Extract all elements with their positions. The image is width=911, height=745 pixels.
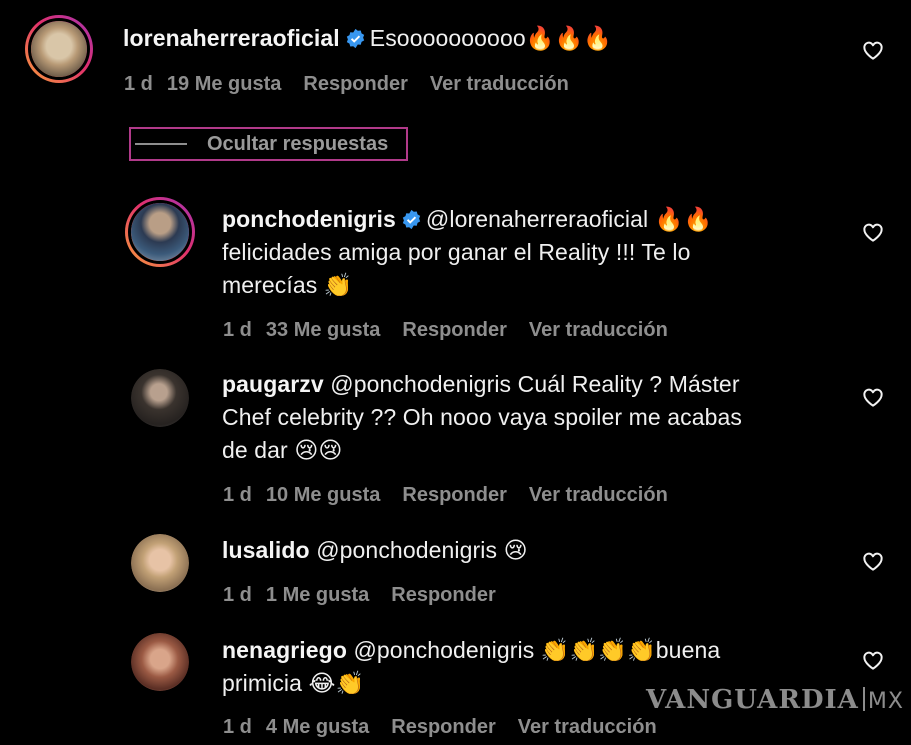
reply-button[interactable]: Responder: [402, 484, 506, 506]
comment-text-line: merecías: [222, 272, 318, 298]
heart-outline-icon[interactable]: [862, 222, 884, 242]
reply-button[interactable]: Responder: [391, 716, 495, 738]
reply-button[interactable]: Responder: [402, 319, 506, 341]
comment-text-line: @ponchodenigris Cuál Reality ? Máster: [330, 371, 740, 397]
comment-text-line: Chef celebrity ?? Oh nooo vaya spoiler m…: [222, 404, 743, 430]
crying-emoji: 😢😢: [294, 438, 343, 464]
likes-count[interactable]: 10 Me gusta: [266, 484, 380, 506]
comment-text-line: de dar: [222, 437, 288, 463]
timestamp: 1 d: [223, 319, 252, 341]
timestamp: 1 d: [223, 584, 252, 606]
heart-outline-icon[interactable]: [862, 650, 884, 670]
comment-text-line: primicia: [222, 670, 303, 696]
comment-meta: 1 d 10 Me gusta Responder Ver traducción: [223, 484, 690, 507]
likes-count[interactable]: 1 Me gusta: [266, 584, 369, 606]
username[interactable]: nenagriego: [222, 637, 347, 663]
reply-button[interactable]: Responder: [303, 73, 407, 95]
username[interactable]: lusalido: [222, 537, 310, 563]
comment-meta: 1 d 4 Me gusta Responder Ver traducción: [223, 716, 679, 739]
mention-link[interactable]: @lorenaherreraoficial: [426, 206, 648, 232]
translate-button[interactable]: Ver traducción: [529, 484, 668, 506]
username[interactable]: paugarzv: [222, 371, 324, 397]
avatar[interactable]: [131, 369, 189, 427]
fire-emoji: 🔥🔥: [654, 207, 713, 233]
avatar[interactable]: [131, 534, 189, 592]
watermark-separator: [862, 687, 865, 711]
likes-count[interactable]: 19 Me gusta: [167, 73, 281, 95]
mention-link[interactable]: @ponchodenigris: [353, 637, 534, 663]
comment-meta: 1 d 33 Me gusta Responder Ver traducción: [223, 319, 690, 342]
timestamp: 1 d: [223, 484, 252, 506]
comment-text: Esoooooooooo: [369, 25, 526, 51]
heart-outline-icon[interactable]: [862, 40, 884, 60]
hide-replies-label: Ocultar respuestas: [207, 132, 389, 155]
mention-link[interactable]: @ponchodenigris: [316, 537, 497, 563]
clapping-emoji: 👏: [323, 273, 353, 299]
timestamp: 1 d: [223, 716, 252, 738]
translate-button[interactable]: Ver traducción: [430, 73, 569, 95]
laughing-emoji: 😂👏: [308, 671, 365, 697]
reply-button[interactable]: Responder: [391, 584, 495, 606]
comment-text-line: felicidades amiga por ganar el Reality !…: [222, 239, 691, 265]
username[interactable]: ponchodenigris: [222, 206, 396, 232]
comment-text: buena: [655, 637, 721, 663]
verified-badge-icon: [402, 209, 421, 230]
watermark-brand: VANGUARDIA: [646, 685, 859, 715]
comment-body: lorenaherreraoficial Esoooooooooo🔥🔥🔥: [123, 22, 612, 55]
comment-body: lusalido @ponchodenigris 😢: [222, 534, 528, 567]
hide-replies-button[interactable]: Ocultar respuestas: [129, 127, 408, 161]
clapping-emoji: 👏👏👏👏: [540, 638, 656, 664]
username[interactable]: lorenaherreraoficial: [123, 25, 340, 51]
timestamp: 1 d: [124, 73, 153, 95]
avatar[interactable]: [25, 15, 93, 83]
fire-emoji: 🔥🔥🔥: [525, 26, 612, 52]
comment-meta: 1 d 1 Me gusta Responder: [223, 584, 518, 607]
heart-outline-icon[interactable]: [862, 387, 884, 407]
crying-emoji: 😢: [503, 538, 528, 564]
likes-count[interactable]: 33 Me gusta: [266, 319, 380, 341]
vanguardia-watermark: VANGUARDIA MX: [646, 685, 904, 715]
translate-button[interactable]: Ver traducción: [518, 716, 657, 738]
likes-count[interactable]: 4 Me gusta: [266, 716, 369, 738]
avatar[interactable]: [125, 197, 195, 267]
comment-body: ponchodenigris @lorenaherreraoficial 🔥🔥 f…: [222, 203, 842, 302]
verified-badge-icon: [346, 28, 364, 49]
translate-button[interactable]: Ver traducción: [529, 319, 668, 341]
comment-body: paugarzv @ponchodenigris Cuál Reality ? …: [222, 368, 842, 467]
avatar[interactable]: [131, 633, 189, 691]
watermark-suffix: MX: [867, 689, 904, 714]
divider-line: [135, 143, 187, 145]
heart-outline-icon[interactable]: [862, 551, 884, 571]
comment-meta: 1 d 19 Me gusta Responder Ver traducción: [124, 73, 591, 96]
